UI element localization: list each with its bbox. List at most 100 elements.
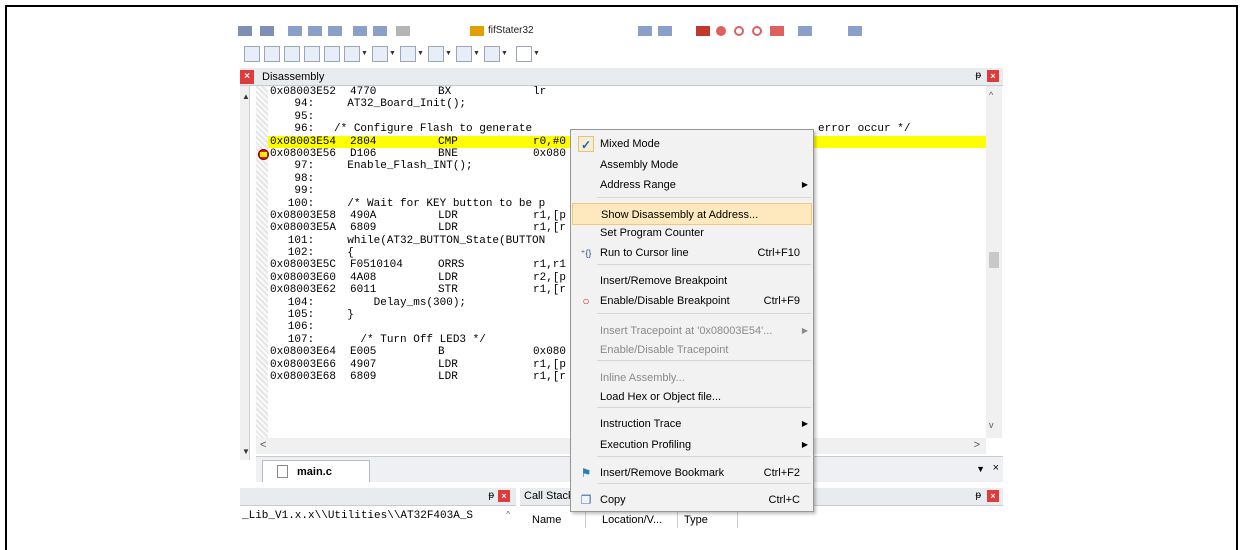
memory-window-icon[interactable] bbox=[372, 46, 388, 62]
debug-icon[interactable] bbox=[696, 26, 710, 36]
close-icon[interactable]: × bbox=[987, 490, 999, 502]
system-viewer-icon[interactable] bbox=[484, 46, 500, 62]
disassembly-row[interactable]: 0x08003E52 4770 BX lr bbox=[268, 86, 986, 98]
menu-item-mixed-mode[interactable]: ✓ Mixed Mode bbox=[572, 133, 812, 155]
view-toolbar: ▼ ▼ ▼ ▼ ▼ ▼ ▼ bbox=[244, 44, 614, 64]
comment-icon[interactable] bbox=[353, 26, 367, 36]
source-row[interactable]: 95: bbox=[268, 111, 986, 123]
scroll-up-icon[interactable]: ^ bbox=[989, 90, 993, 100]
source-row[interactable]: 94: AT32_Board_Init(); bbox=[268, 98, 986, 110]
menu-item-label: Mixed Mode bbox=[600, 138, 660, 150]
vertical-scrollbar[interactable]: ^ v bbox=[986, 86, 1002, 438]
kill-breakpoints-icon[interactable] bbox=[770, 26, 784, 36]
chevron-down-icon[interactable]: ▼ bbox=[473, 50, 480, 57]
menu-item-label: Show Disassembly at Address... bbox=[601, 209, 759, 221]
menu-item-execution-profiling[interactable]: Execution Profiling ▶ bbox=[572, 434, 812, 456]
watch-window-icon[interactable] bbox=[344, 46, 360, 62]
chevron-down-icon[interactable]: ▼ bbox=[361, 50, 368, 57]
instr-mn: BNE bbox=[438, 147, 458, 160]
column-header-location[interactable]: Location/V... bbox=[596, 512, 678, 528]
source-text: 101: while(AT32_BUTTON_State(BUTTON bbox=[268, 234, 546, 247]
bookmark-toggle-icon[interactable] bbox=[288, 26, 302, 36]
indent-icon[interactable] bbox=[238, 26, 252, 36]
pin-icon[interactable]: ᵽ bbox=[488, 490, 494, 501]
chevron-down-icon[interactable]: ▼ bbox=[389, 50, 396, 57]
serial-window-icon[interactable] bbox=[400, 46, 416, 62]
menu-item-label: Set Program Counter bbox=[600, 227, 704, 239]
arrow-up-icon[interactable]: ▲ bbox=[242, 92, 250, 101]
column-header-type[interactable]: Type bbox=[678, 512, 738, 528]
menu-item-enable-disable-tracepoint[interactable]: Enable/Disable Tracepoint bbox=[572, 339, 812, 361]
menu-item-instruction-trace[interactable]: Instruction Trace ▶ bbox=[572, 413, 812, 435]
scroll-down-icon[interactable]: v bbox=[989, 420, 994, 430]
breakpoint-clear-icon[interactable] bbox=[734, 26, 744, 36]
breakpoint-icon[interactable] bbox=[716, 26, 726, 36]
file-icon bbox=[277, 465, 288, 478]
config-icon[interactable] bbox=[848, 26, 862, 36]
source-text: 102: { bbox=[268, 247, 354, 260]
scroll-thumb[interactable] bbox=[989, 252, 999, 268]
breakpoint-gutter[interactable] bbox=[256, 86, 268, 438]
instr-addr: 0x08003E64 bbox=[270, 346, 337, 359]
outdent-icon[interactable] bbox=[260, 26, 274, 36]
menu-item-address-range[interactable]: Address Range ▶ bbox=[572, 174, 812, 196]
menu-item-insert-remove-breakpoint[interactable]: Insert/Remove Breakpoint bbox=[572, 270, 812, 292]
instr-mn: B bbox=[438, 346, 445, 359]
instr-mn: LDR bbox=[438, 209, 458, 222]
arrow-down-icon[interactable]: ▼ bbox=[242, 447, 250, 456]
find-icon[interactable] bbox=[396, 26, 410, 36]
pin-icon[interactable]: ᵽ bbox=[975, 70, 981, 81]
debug-session-icon[interactable] bbox=[658, 26, 672, 36]
run-to-cursor-icon: ⁺{} bbox=[580, 248, 592, 258]
instr-addr: 0x08003E62 bbox=[270, 284, 337, 297]
close-icon[interactable]: × bbox=[240, 70, 254, 84]
disassembly-window-icon[interactable] bbox=[264, 46, 280, 62]
uncomment-icon[interactable] bbox=[373, 26, 387, 36]
chevron-down-icon[interactable]: ▼ bbox=[976, 464, 985, 474]
chevron-down-icon[interactable]: ▼ bbox=[445, 50, 452, 57]
symbols-window-icon[interactable] bbox=[284, 46, 300, 62]
menu-item-load-hex-or-object-file[interactable]: Load Hex or Object file... bbox=[572, 386, 812, 408]
bookmark-next-icon[interactable] bbox=[308, 26, 322, 36]
close-icon[interactable]: × bbox=[987, 70, 999, 82]
menu-item-run-to-cursor-line[interactable]: ⁺{} Run to Cursor line Ctrl+F10 bbox=[572, 242, 812, 264]
menu-item-assembly-mode[interactable]: Assembly Mode bbox=[572, 154, 812, 176]
source-text: 98: bbox=[268, 172, 315, 185]
menu-item-set-program-counter[interactable]: Set Program Counter bbox=[572, 222, 812, 244]
left-scrollbar[interactable]: ▲ ▼ bbox=[242, 92, 250, 458]
column-header-name[interactable]: Name bbox=[526, 512, 586, 528]
chevron-down-icon[interactable]: ▼ bbox=[533, 50, 540, 57]
menu-item-enable-disable-breakpoint[interactable]: ○ Enable/Disable Breakpoint Ctrl+F9 bbox=[572, 290, 812, 312]
call-stack-window-icon[interactable] bbox=[324, 46, 340, 62]
instr-addr: 0x08003E52 bbox=[270, 86, 337, 98]
scroll-left-icon[interactable]: < bbox=[260, 439, 266, 451]
analysis-window-icon[interactable] bbox=[428, 46, 444, 62]
breakpoint-disable-icon[interactable] bbox=[752, 26, 762, 36]
search-icon[interactable] bbox=[638, 26, 652, 36]
chevron-down-icon[interactable]: ▼ bbox=[501, 50, 508, 57]
instr-addr: 0x08003E58 bbox=[270, 209, 337, 222]
instr-op: F0510104 bbox=[350, 259, 403, 272]
window-layout-icon[interactable] bbox=[798, 26, 812, 36]
registers-window-icon[interactable] bbox=[304, 46, 320, 62]
bookmark-prev-icon[interactable] bbox=[328, 26, 342, 36]
submenu-arrow-icon: ▶ bbox=[801, 419, 808, 428]
pin-icon[interactable]: ᵽ bbox=[975, 490, 981, 501]
trace-window-icon[interactable] bbox=[456, 46, 472, 62]
file-path: _Lib_V1.x.x\\Utilities\\AT32F403A_S bbox=[242, 510, 474, 522]
menu-item-shortcut: Ctrl+C bbox=[768, 494, 800, 506]
instr-mn: LDR bbox=[438, 370, 458, 383]
menu-item-copy[interactable]: ❐ Copy Ctrl+C bbox=[572, 489, 812, 511]
chevron-down-icon[interactable]: ▼ bbox=[417, 50, 424, 57]
menu-item-insert-remove-bookmark[interactable]: ⚑ Insert/Remove Bookmark Ctrl+F2 bbox=[572, 462, 812, 484]
menu-item-label: Enable/Disable Tracepoint bbox=[600, 344, 729, 356]
scroll-right-icon[interactable]: > bbox=[974, 439, 980, 451]
scroll-up-icon[interactable]: ^ bbox=[506, 510, 510, 519]
close-icon[interactable]: × bbox=[498, 490, 510, 502]
close-icon[interactable]: × bbox=[993, 462, 999, 474]
target-name[interactable]: fifStater32 bbox=[488, 25, 534, 36]
target-icon bbox=[470, 26, 484, 36]
toolbox-icon[interactable] bbox=[516, 46, 532, 62]
tab-main-c[interactable]: main.c bbox=[262, 460, 370, 482]
command-window-icon[interactable] bbox=[244, 46, 260, 62]
